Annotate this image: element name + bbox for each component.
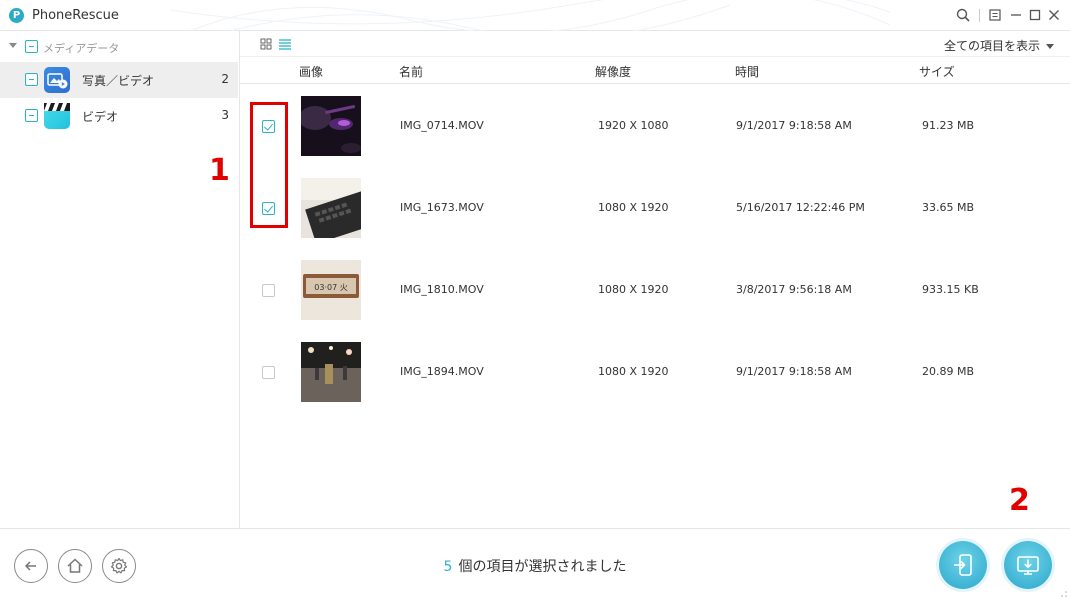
file-resolution: 1080 X 1920	[598, 201, 669, 214]
dropdown-caret-icon	[1046, 44, 1054, 49]
video-thumbnail[interactable]: 03·07 火	[301, 260, 361, 320]
file-resolution: 1920 X 1080	[598, 119, 669, 132]
column-header-name[interactable]: 名前	[399, 63, 423, 80]
title-bar: P PhoneRescue	[0, 0, 1070, 31]
to-computer-icon	[1017, 556, 1039, 575]
file-size: 20.89 MB	[922, 365, 975, 378]
table-row[interactable]: 03·07 火 IMG_1810.MOV 1080 X 1920 3/8/201…	[240, 248, 1070, 330]
sidebar: メディアデータ 写真／ビデオ 2 ビデオ 3	[0, 31, 240, 528]
maximize-icon[interactable]	[1027, 7, 1043, 23]
annotation-marker-1: 1	[209, 153, 230, 188]
column-header-image[interactable]: 画像	[299, 63, 323, 80]
thumbnail-date-text: 03·07 火	[314, 283, 347, 292]
sidebar-item-label: ビデオ	[82, 110, 119, 124]
file-name: IMG_1894.MOV	[400, 365, 484, 378]
column-header-time[interactable]: 時間	[735, 63, 759, 80]
grid-view-icon[interactable]	[260, 38, 272, 50]
show-all-dropdown[interactable]: 全ての項目を表示	[944, 37, 1054, 54]
video-thumbnail[interactable]	[301, 96, 361, 156]
file-name: IMG_0714.MOV	[400, 119, 484, 132]
search-icon[interactable]	[955, 7, 971, 23]
file-name: IMG_1810.MOV	[400, 283, 484, 296]
video-thumbnail[interactable]	[301, 178, 361, 238]
table-header: 画像 名前 解像度 時間 サイズ	[240, 58, 1070, 84]
expand-arrow-icon[interactable]	[9, 43, 17, 48]
show-all-label: 全ての項目を表示	[943, 39, 1040, 53]
selection-status: 5 個の項目が選択されました	[0, 556, 1070, 576]
menu-icon[interactable]	[987, 7, 1003, 23]
footer-bar: 5 個の項目が選択されました	[0, 528, 1070, 600]
tree-root-media-data[interactable]: メディアデータ	[0, 36, 240, 58]
table-row[interactable]: IMG_0714.MOV 1920 X 1080 9/1/2017 9:18:5…	[240, 84, 1070, 166]
selected-count: 5	[443, 559, 453, 575]
title-bar-decoration	[170, 0, 890, 31]
file-time: 9/1/2017 9:18:58 AM	[736, 119, 852, 132]
table-row[interactable]: IMG_1673.MOV 1080 X 1920 5/16/2017 12:22…	[240, 166, 1070, 248]
partial-select-checkbox[interactable]	[25, 40, 38, 53]
column-header-size[interactable]: サイズ	[919, 63, 955, 80]
column-header-resolution[interactable]: 解像度	[595, 63, 631, 80]
sidebar-item-photo-video[interactable]: 写真／ビデオ 2	[0, 62, 238, 98]
list-view-icon[interactable]	[279, 38, 291, 50]
sidebar-item-label: 写真／ビデオ	[82, 74, 155, 88]
table-row[interactable]: IMG_1894.MOV 1080 X 1920 9/1/2017 9:18:5…	[240, 330, 1070, 412]
app-title: PhoneRescue	[32, 8, 119, 23]
partial-select-checkbox[interactable]	[25, 73, 38, 86]
app-logo-icon: P	[9, 8, 24, 23]
file-size: 91.23 MB	[922, 119, 975, 132]
file-time: 3/8/2017 9:56:18 AM	[736, 283, 852, 296]
tree-root-label: メディアデータ	[43, 42, 120, 55]
file-resolution: 1080 X 1920	[598, 283, 669, 296]
file-time: 5/16/2017 12:22:46 PM	[736, 201, 865, 214]
photo-video-icon	[44, 67, 70, 93]
sidebar-item-count: 2	[221, 72, 229, 86]
title-separator	[979, 9, 980, 22]
file-resolution: 1080 X 1920	[598, 365, 669, 378]
phonerescue-window: P PhoneRescue メディアデータ 写真／ビデオ 2 ビデオ 3 全ての…	[0, 0, 1070, 600]
minimize-icon[interactable]	[1008, 7, 1024, 23]
file-size: 933.15 KB	[922, 283, 979, 296]
clapper-icon	[44, 103, 70, 129]
to-computer-button[interactable]	[1004, 541, 1052, 589]
file-name: IMG_1673.MOV	[400, 201, 484, 214]
row-checkbox[interactable]	[262, 366, 275, 379]
annotation-marker-2: 2	[1009, 483, 1030, 518]
to-device-icon	[954, 554, 972, 576]
partial-select-checkbox[interactable]	[25, 109, 38, 122]
file-size: 33.65 MB	[922, 201, 975, 214]
selected-text: 個の項目が選択されました	[458, 559, 627, 575]
view-toolbar: 全ての項目を表示	[240, 31, 1070, 57]
annotation-box-checkboxes	[250, 102, 288, 228]
sidebar-item-video[interactable]: ビデオ 3	[0, 98, 238, 134]
sidebar-item-count: 3	[221, 108, 229, 122]
resize-grip-icon[interactable]	[1059, 589, 1067, 597]
file-time: 9/1/2017 9:18:58 AM	[736, 365, 852, 378]
close-icon[interactable]	[1046, 7, 1062, 23]
row-checkbox[interactable]	[262, 284, 275, 297]
video-thumbnail[interactable]	[301, 342, 361, 402]
to-device-button[interactable]	[939, 541, 987, 589]
